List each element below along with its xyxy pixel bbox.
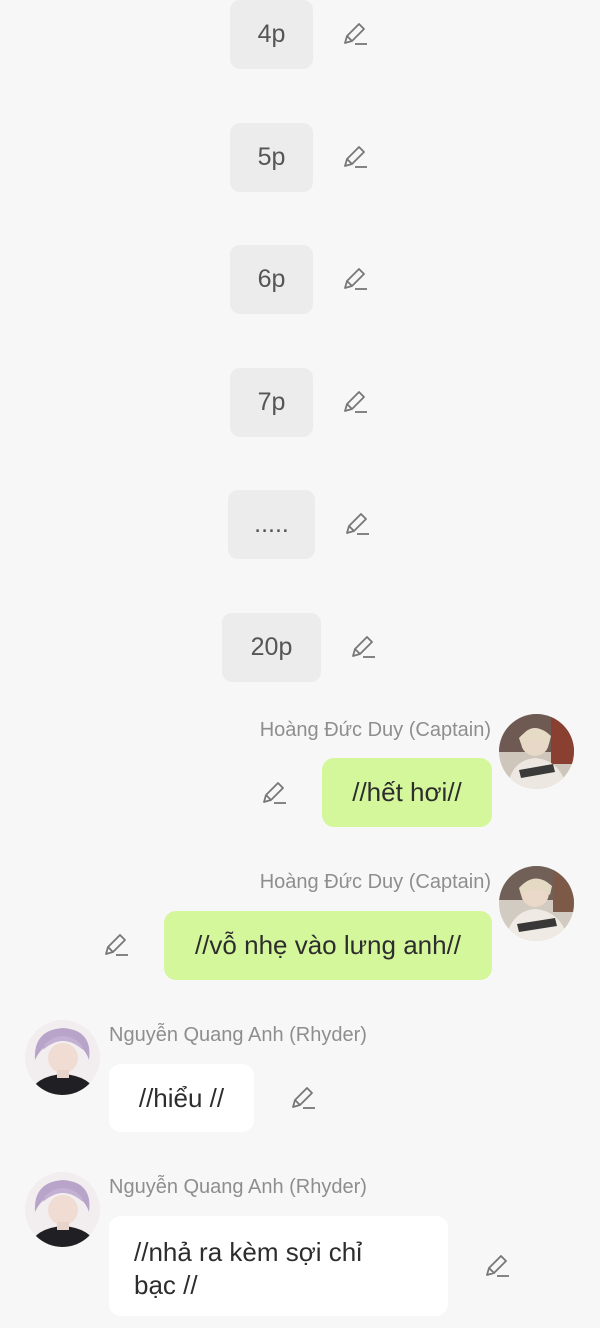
edit-pencil-icon[interactable] (102, 931, 130, 959)
edit-pencil-icon[interactable] (341, 20, 369, 48)
edit-pencil-icon[interactable] (349, 633, 377, 661)
system-message: 7p (230, 368, 313, 437)
message-text: //hiểu // (138, 1082, 225, 1113)
edit-pencil-icon[interactable] (343, 510, 371, 538)
message-bubble-other[interactable]: //nhả ra kèm sợi chỉ bạc // (109, 1216, 448, 1316)
system-message-text: 20p (250, 633, 293, 661)
message-text: //vỗ nhẹ vào lưng anh// (194, 930, 462, 960)
system-message-text: 7p (257, 388, 286, 416)
edit-pencil-icon[interactable] (341, 388, 369, 416)
message-text-line: //nhả ra kèm sợi chỉ (134, 1237, 363, 1267)
system-message-text: 4p (257, 20, 286, 48)
avatar[interactable] (499, 866, 574, 941)
sender-name: Hoàng Đức Duy (Captain) (259, 871, 491, 893)
avatar[interactable] (25, 1020, 100, 1095)
edit-pencil-icon[interactable] (341, 143, 369, 171)
edit-pencil-icon[interactable] (260, 779, 288, 807)
system-message-text: 5p (257, 143, 286, 171)
message-bubble-other[interactable]: //hiểu // (109, 1064, 254, 1132)
message-text: //hết hơi// (352, 777, 462, 807)
system-message: 5p (230, 123, 313, 192)
sender-name: Hoàng Đức Duy (Captain) (259, 719, 491, 741)
system-message: 4p (230, 0, 313, 69)
edit-pencil-icon[interactable] (483, 1252, 511, 1280)
sender-name: Nguyễn Quang Anh (Rhyder) (109, 1024, 367, 1046)
system-message-text: ..... (254, 510, 289, 538)
system-message: 6p (230, 245, 313, 314)
avatar[interactable] (25, 1172, 100, 1247)
message-bubble-own[interactable]: //vỗ nhẹ vào lưng anh// (164, 911, 492, 980)
sender-name: Nguyễn Quang Anh (Rhyder) (109, 1176, 367, 1198)
system-message: ..... (228, 490, 315, 559)
system-message-text: 6p (257, 265, 286, 293)
message-text-line: bạc // (134, 1270, 198, 1300)
message-bubble-own[interactable]: //hết hơi// (322, 758, 492, 827)
system-message: 20p (222, 613, 321, 682)
avatar[interactable] (499, 714, 574, 789)
edit-pencil-icon[interactable] (289, 1084, 317, 1112)
edit-pencil-icon[interactable] (341, 265, 369, 293)
